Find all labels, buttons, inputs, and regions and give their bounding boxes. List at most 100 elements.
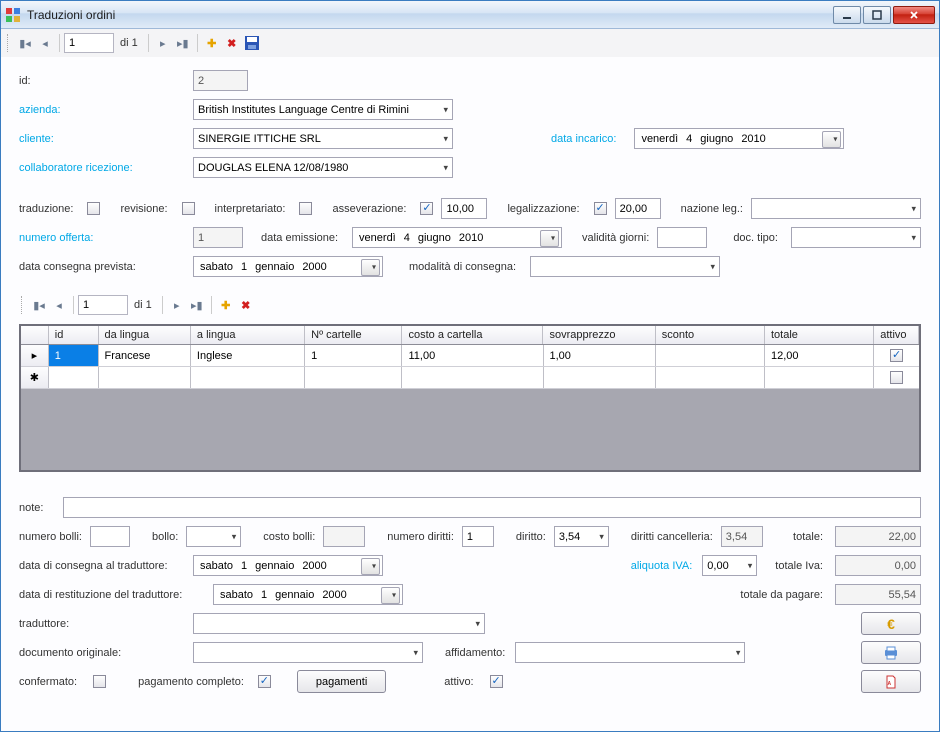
nav-last-button[interactable]: ▸▮ [173,33,193,53]
legalizzazione-checkbox[interactable] [594,202,607,215]
legalizzazione-value[interactable] [615,198,661,219]
asseverazione-value[interactable] [441,198,487,219]
numero-bolli-field[interactable] [90,526,130,547]
totale-field [835,526,921,547]
data-restituzione-picker[interactable]: sabato1gennaio2000 [213,584,403,605]
doc-tipo-label: doc. tipo: [733,232,778,244]
add-record-button[interactable]: ✚ [202,33,222,53]
interpretariato-label: interpretariato: [215,203,286,215]
data-consegna-prev-picker[interactable]: sabato1gennaio2000 [193,256,383,277]
traduttore-select[interactable] [193,613,485,634]
cell-sconto[interactable] [656,345,765,366]
cell-attivo[interactable] [874,345,919,366]
data-incarico-picker[interactable]: venerdì4giugno2010 [634,128,844,149]
data-incarico-label: data incarico: [551,133,616,145]
numero-diritti-field[interactable] [462,526,494,547]
traduzione-checkbox[interactable] [87,202,100,215]
detail-nav-position-input[interactable] [78,295,128,315]
pdf-icon: A [884,675,898,689]
modalita-consegna-select[interactable] [530,256,720,277]
detail-add-button[interactable]: ✚ [216,295,236,315]
nav-prev-button[interactable]: ◂ [35,33,55,53]
azienda-select[interactable] [193,99,453,120]
nav-first-button[interactable]: ▮◂ [15,33,35,53]
close-button[interactable] [893,6,935,24]
cell-n-cartelle[interactable]: 1 [305,345,402,366]
main-navigator-toolbar: ▮◂ ◂ di 1 ▸ ▸▮ ✚ ✖ [1,29,939,57]
interpretariato-checkbox[interactable] [299,202,312,215]
col-da-lingua[interactable]: da lingua [99,326,191,344]
cell-costo-cartella[interactable]: 11,00 [402,345,543,366]
app-icon [5,7,21,23]
cell-a-lingua[interactable]: Inglese [191,345,305,366]
col-id[interactable]: id [49,326,99,344]
totale-pagare-label: totale da pagare: [740,589,823,601]
window-title: Traduzioni ordini [27,8,833,22]
table-row[interactable]: ▸ 1 Francese Inglese 1 11,00 1,00 12,00 [21,345,919,367]
cell-sovrapprezzo[interactable]: 1,00 [544,345,656,366]
col-n-cartelle[interactable]: Nº cartelle [305,326,402,344]
pdf-button[interactable]: A [861,670,921,693]
nav-position-input[interactable] [64,33,114,53]
confermato-checkbox[interactable] [93,675,106,688]
diritti-cancelleria-field [721,526,763,547]
printer-icon [883,646,899,660]
doc-tipo-select[interactable] [791,227,921,248]
data-consegna-prev-label: data consegna prevista: [19,261,189,273]
col-sconto[interactable]: sconto [656,326,765,344]
diritti-cancelleria-label: diritti cancelleria: [631,531,713,543]
col-attivo[interactable]: attivo [874,326,919,344]
save-button[interactable] [242,33,262,53]
collaboratore-label: collaboratore ricezione: [19,162,189,174]
id-label: id: [19,75,189,87]
row-attivo-checkbox[interactable] [890,371,903,384]
cell-da-lingua[interactable]: Francese [99,345,191,366]
attivo-checkbox[interactable] [490,675,503,688]
payment-euro-button[interactable]: € [861,612,921,635]
row-attivo-checkbox[interactable] [890,349,903,362]
diritto-label: diritto: [516,531,546,543]
col-a-lingua[interactable]: a lingua [191,326,305,344]
detail-nav-prev-button[interactable]: ◂ [49,295,69,315]
nav-next-button[interactable]: ▸ [153,33,173,53]
affidamento-select[interactable] [515,642,745,663]
data-emissione-picker[interactable]: venerdì4giugno2010 [352,227,562,248]
detail-navigator-toolbar: ▮◂ ◂ di 1 ▸ ▸▮ ✚ ✖ [19,292,921,318]
documento-originale-select[interactable] [193,642,423,663]
cliente-select[interactable] [193,128,453,149]
nazione-leg-select[interactable] [751,198,921,219]
detail-nav-next-button[interactable]: ▸ [167,295,187,315]
legalizzazione-label: legalizzazione: [507,203,579,215]
id-field [193,70,248,91]
numero-diritti-label: numero diritti: [387,531,454,543]
pagamenti-button[interactable]: pagamenti [297,670,386,693]
asseverazione-checkbox[interactable] [420,202,433,215]
detail-nav-first-button[interactable]: ▮◂ [29,295,49,315]
col-costo-cartella[interactable]: costo a cartella [402,326,543,344]
azienda-label: azienda: [19,104,189,116]
aliquota-iva-label: aliquota IVA: [631,560,693,572]
note-field[interactable] [63,497,921,518]
collaboratore-select[interactable] [193,157,453,178]
revisione-checkbox[interactable] [182,202,195,215]
col-sovrapprezzo[interactable]: sovrapprezzo [543,326,655,344]
validita-field[interactable] [657,227,707,248]
col-totale[interactable]: totale [765,326,874,344]
cell-totale[interactable]: 12,00 [765,345,874,366]
delete-record-button[interactable]: ✖ [222,33,242,53]
detail-delete-button[interactable]: ✖ [236,295,256,315]
asseverazione-label: asseverazione: [332,203,406,215]
cell-id[interactable]: 1 [49,345,99,366]
table-row-new[interactable]: ✱ [21,367,919,389]
window: Traduzioni ordini ▮◂ ◂ di 1 ▸ ▸▮ ✚ ✖ id:… [0,0,940,732]
data-consegna-trad-picker[interactable]: sabato1gennaio2000 [193,555,383,576]
bollo-select[interactable] [186,526,241,547]
diritto-select[interactable] [554,526,609,547]
minimize-button[interactable] [833,6,861,24]
print-button[interactable] [861,641,921,664]
maximize-button[interactable] [863,6,891,24]
detail-grid[interactable]: id da lingua a lingua Nº cartelle costo … [19,324,921,472]
aliquota-iva-select[interactable] [702,555,757,576]
detail-nav-last-button[interactable]: ▸▮ [187,295,207,315]
pagamento-completo-checkbox[interactable] [258,675,271,688]
